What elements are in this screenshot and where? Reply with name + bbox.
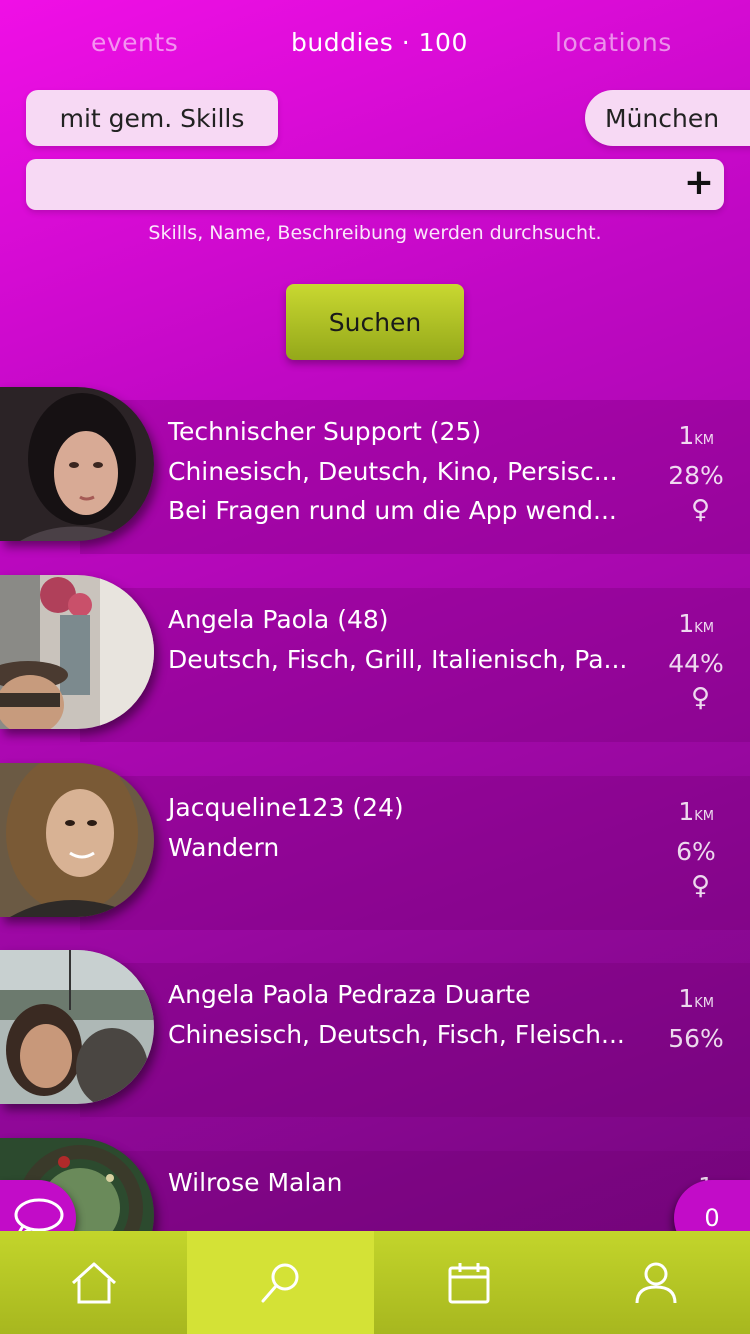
distance-unit: KM (694, 621, 714, 636)
buddy-match: 56% (668, 1024, 724, 1053)
avatar[interactable] (0, 950, 154, 1104)
buddy-description: Bei Fragen rund um die App wend... (168, 496, 617, 525)
top-tabs: events buddies · 100 locations (0, 28, 750, 64)
tab-buddies[interactable]: buddies · 100 (291, 28, 468, 57)
skills-filter-pill[interactable]: mit gem. Skills (26, 90, 278, 146)
avatar[interactable] (0, 575, 154, 729)
buddy-match: 6% (676, 837, 716, 866)
buddy-name: Technischer Support (25) (168, 417, 482, 446)
female-icon: ♀ (690, 683, 710, 713)
buddy-distance: 1KM (678, 421, 714, 450)
buddy-skills: Chinesisch, Deutsch, Kino, Persisc... (168, 457, 618, 486)
distance-value: 1 (678, 797, 695, 826)
buddy-distance: 1KM (678, 609, 714, 638)
bottom-navigation (0, 1231, 750, 1334)
buddy-row[interactable]: Technischer Support (25) Chinesisch, Deu… (0, 387, 750, 554)
search-icon (261, 1263, 298, 1302)
user-icon (635, 1262, 676, 1303)
buddy-distance: 1KM (678, 984, 714, 1013)
home-icon (71, 1262, 116, 1303)
distance-value: 1 (678, 609, 695, 638)
buddy-name: Angela Paola (48) (168, 605, 389, 634)
distance-unit: KM (694, 996, 714, 1011)
distance-unit: KM (694, 433, 714, 448)
female-icon: ♀ (690, 495, 710, 525)
search-button[interactable]: Suchen (286, 284, 464, 360)
plus-icon[interactable]: + (684, 165, 714, 201)
buddy-name: Jacqueline123 (24) (168, 793, 404, 822)
nav-calendar[interactable] (375, 1231, 562, 1334)
search-input[interactable]: + (26, 159, 724, 210)
female-icon: ♀ (690, 871, 710, 901)
buddy-match: 28% (668, 461, 724, 490)
distance-unit: KM (694, 809, 714, 824)
calendar-icon (448, 1262, 489, 1303)
tab-locations[interactable]: locations (555, 28, 672, 57)
buddy-name: Angela Paola Pedraza Duarte (168, 980, 531, 1009)
nav-profile[interactable] (562, 1231, 749, 1334)
tab-events[interactable]: events (91, 28, 178, 57)
buddy-skills: Chinesisch, Deutsch, Fisch, Fleisch... (168, 1020, 625, 1049)
buddy-distance: 1KM (678, 797, 714, 826)
buddy-name: Wilrose Malan (168, 1168, 343, 1197)
buddy-match: 44% (668, 649, 724, 678)
buddy-skills: Deutsch, Fisch, Grill, Italienisch, Pa..… (168, 645, 628, 674)
distance-value: 1 (678, 984, 695, 1013)
distance-value: 1 (678, 421, 695, 450)
buddy-row[interactable]: Angela Paola (48) Deutsch, Fisch, Grill,… (0, 575, 750, 742)
nav-search[interactable] (187, 1231, 374, 1334)
buddy-skills: Wandern (168, 833, 280, 862)
city-filter-pill[interactable]: München (585, 90, 750, 146)
nav-home[interactable] (0, 1231, 187, 1334)
buddy-row[interactable]: Jacqueline123 (24) Wandern 1KM 6% ♀ (0, 763, 750, 930)
avatar[interactable] (0, 387, 154, 541)
search-hint: Skills, Name, Beschreibung werden durchs… (148, 222, 602, 244)
avatar[interactable] (0, 763, 154, 917)
buddy-row[interactable]: Angela Paola Pedraza Duarte Chinesisch, … (0, 950, 750, 1117)
